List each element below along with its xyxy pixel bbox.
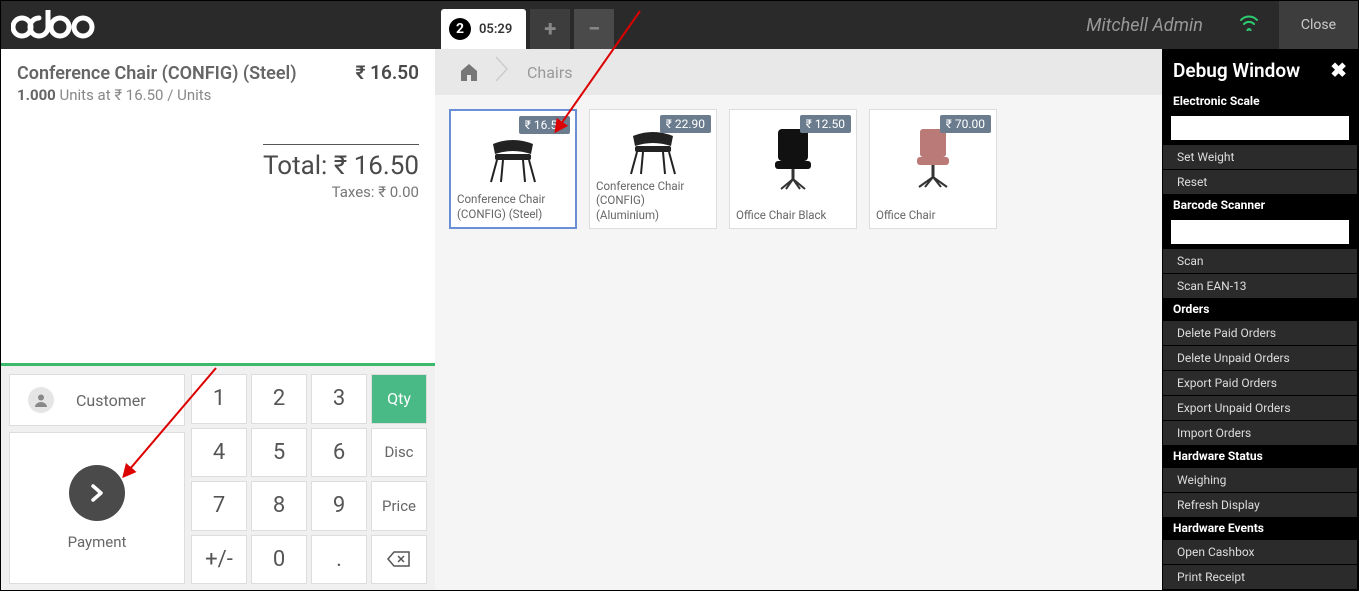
order-totals: Total: ₹ 16.50 Taxes: ₹ 0.00	[1, 134, 435, 211]
numpad-price[interactable]: Price	[371, 481, 427, 531]
debug-weighing[interactable]: Weighing	[1163, 467, 1357, 492]
debug-import-orders[interactable]: Import Orders	[1163, 420, 1357, 445]
session-tab[interactable]: 2 05:29	[441, 9, 526, 49]
debug-delete-paid[interactable]: Delete Paid Orders	[1163, 320, 1357, 345]
product-name: Office Chair Black	[730, 204, 856, 228]
session-time: 05:29	[479, 22, 512, 37]
order-line-price: ₹ 16.50	[356, 61, 420, 84]
numpad-6[interactable]: 6	[311, 428, 367, 478]
order-line-detail: 1.000 Units at ₹ 16.50 / Units	[17, 86, 419, 104]
barcode-input[interactable]	[1171, 220, 1349, 244]
product-card[interactable]: ₹ 22.90 Conference Chair (CONFIG) (Alumin…	[589, 109, 717, 229]
debug-reset[interactable]: Reset	[1163, 169, 1357, 194]
debug-scan-ean13[interactable]: Scan EAN-13	[1163, 273, 1357, 298]
product-name: Conference Chair (CONFIG) (Steel)	[451, 188, 575, 227]
wifi-icon	[1219, 15, 1279, 36]
numpad-sign[interactable]: +/-	[191, 535, 247, 585]
numpad-backspace[interactable]	[371, 535, 427, 585]
debug-section-barcode: Barcode Scanner	[1163, 194, 1357, 216]
numpad-7[interactable]: 7	[191, 481, 247, 531]
debug-section-scale: Electronic Scale	[1163, 90, 1357, 112]
numpad-9[interactable]: 9	[311, 481, 367, 531]
numpad: 1 2 3 Qty 4 5 6 Disc 7 8 9 Price +/- 0 .	[191, 374, 427, 584]
product-price: ₹ 12.50	[800, 115, 851, 133]
action-pad: Customer Payment 1 2 3 Qty 4 5 6 Disc 7	[1, 366, 435, 591]
debug-export-unpaid[interactable]: Export Unpaid Orders	[1163, 395, 1357, 420]
numpad-2[interactable]: 2	[251, 374, 307, 424]
numpad-0[interactable]: 0	[251, 535, 307, 585]
session-number-badge: 2	[449, 18, 471, 40]
debug-section-orders: Orders	[1163, 298, 1357, 320]
payment-button[interactable]: Payment	[9, 432, 185, 584]
breadcrumb-category[interactable]: Chairs	[515, 63, 585, 82]
payment-label: Payment	[68, 533, 127, 551]
close-button[interactable]: Close	[1279, 1, 1358, 49]
debug-window: Debug Window ✖ Electronic Scale Set Weig…	[1162, 49, 1358, 591]
product-card[interactable]: ₹ 70.00 Office Chair	[869, 109, 997, 229]
numpad-3[interactable]: 3	[311, 374, 367, 424]
debug-open-cashbox[interactable]: Open Cashbox	[1163, 539, 1357, 564]
numpad-disc[interactable]: Disc	[371, 428, 427, 478]
product-name: Conference Chair (CONFIG) (Aluminium)	[590, 175, 716, 228]
product-card[interactable]: ₹ 16.50 Conference Chair (CONFIG) (Steel)	[449, 109, 577, 229]
remove-order-button[interactable]: −	[574, 9, 614, 49]
backspace-icon	[387, 551, 411, 567]
debug-export-paid[interactable]: Export Paid Orders	[1163, 370, 1357, 395]
order-panel: Conference Chair (CONFIG) (Steel) ₹ 16.5…	[1, 49, 435, 591]
product-card[interactable]: ₹ 12.50 Office Chair Black	[729, 109, 857, 229]
debug-section-hw-events: Hardware Events	[1163, 517, 1357, 539]
plus-icon: +	[544, 17, 556, 42]
numpad-5[interactable]: 5	[251, 428, 307, 478]
product-price: ₹ 70.00	[940, 115, 991, 133]
numpad-dot[interactable]: .	[311, 535, 367, 585]
odoo-logo	[1, 1, 141, 49]
debug-title: Debug Window ✖	[1163, 50, 1357, 90]
numpad-4[interactable]: 4	[191, 428, 247, 478]
customer-label: Customer	[76, 391, 146, 410]
minus-icon: −	[588, 17, 600, 42]
product-price: ₹ 22.90	[660, 115, 711, 133]
debug-read-scale[interactable]: Read Weighing Scale	[1163, 589, 1357, 591]
chevron-right-icon	[69, 465, 125, 521]
order-lines: Conference Chair (CONFIG) (Steel) ₹ 16.5…	[1, 49, 435, 116]
new-order-button[interactable]: +	[530, 9, 570, 49]
debug-section-hw-status: Hardware Status	[1163, 445, 1357, 467]
product-price: ₹ 16.50	[519, 116, 570, 134]
numpad-1[interactable]: 1	[191, 374, 247, 424]
order-line[interactable]: Conference Chair (CONFIG) (Steel) ₹ 16.5…	[17, 61, 419, 84]
debug-set-weight[interactable]: Set Weight	[1163, 144, 1357, 169]
order-line-name: Conference Chair (CONFIG) (Steel)	[17, 63, 297, 84]
topbar: 2 05:29 + − Mitchell Admin Close	[1, 1, 1358, 49]
product-name: Office Chair	[870, 204, 996, 228]
numpad-qty[interactable]: Qty	[371, 374, 427, 424]
debug-refresh-display[interactable]: Refresh Display	[1163, 492, 1357, 517]
user-name[interactable]: Mitchell Admin	[1070, 15, 1219, 36]
debug-delete-unpaid[interactable]: Delete Unpaid Orders	[1163, 345, 1357, 370]
user-icon	[28, 387, 54, 413]
home-icon[interactable]	[449, 57, 489, 87]
scale-input[interactable]	[1171, 116, 1349, 140]
customer-button[interactable]: Customer	[9, 374, 185, 426]
close-icon[interactable]: ✖	[1330, 58, 1347, 82]
debug-print-receipt[interactable]: Print Receipt	[1163, 564, 1357, 589]
chevron-right-icon	[495, 55, 509, 89]
debug-scan[interactable]: Scan	[1163, 248, 1357, 273]
numpad-8[interactable]: 8	[251, 481, 307, 531]
